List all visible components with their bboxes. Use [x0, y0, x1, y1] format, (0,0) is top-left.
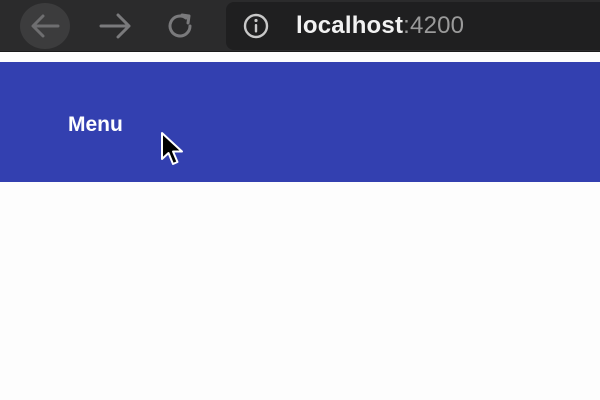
- forward-button[interactable]: [94, 4, 138, 48]
- arrow-right-icon: [99, 13, 131, 39]
- reload-icon: [168, 13, 192, 38]
- back-button[interactable]: [20, 3, 70, 49]
- address-bar[interactable]: localhost:4200: [226, 2, 600, 50]
- arrow-left-icon: [31, 14, 60, 38]
- page-top-gap: [0, 52, 600, 62]
- info-icon[interactable]: [243, 13, 269, 39]
- reload-button[interactable]: [158, 4, 202, 48]
- url-host: localhost: [296, 12, 404, 39]
- browser-chrome: localhost:4200: [0, 0, 600, 52]
- menu-button[interactable]: Menu: [68, 112, 123, 138]
- url-port: :4200: [403, 12, 465, 39]
- url-text: localhost:4200: [296, 12, 464, 40]
- mouse-cursor-icon: [161, 132, 183, 165]
- app-toolbar: Menu: [0, 62, 600, 182]
- page-content: [0, 182, 600, 400]
